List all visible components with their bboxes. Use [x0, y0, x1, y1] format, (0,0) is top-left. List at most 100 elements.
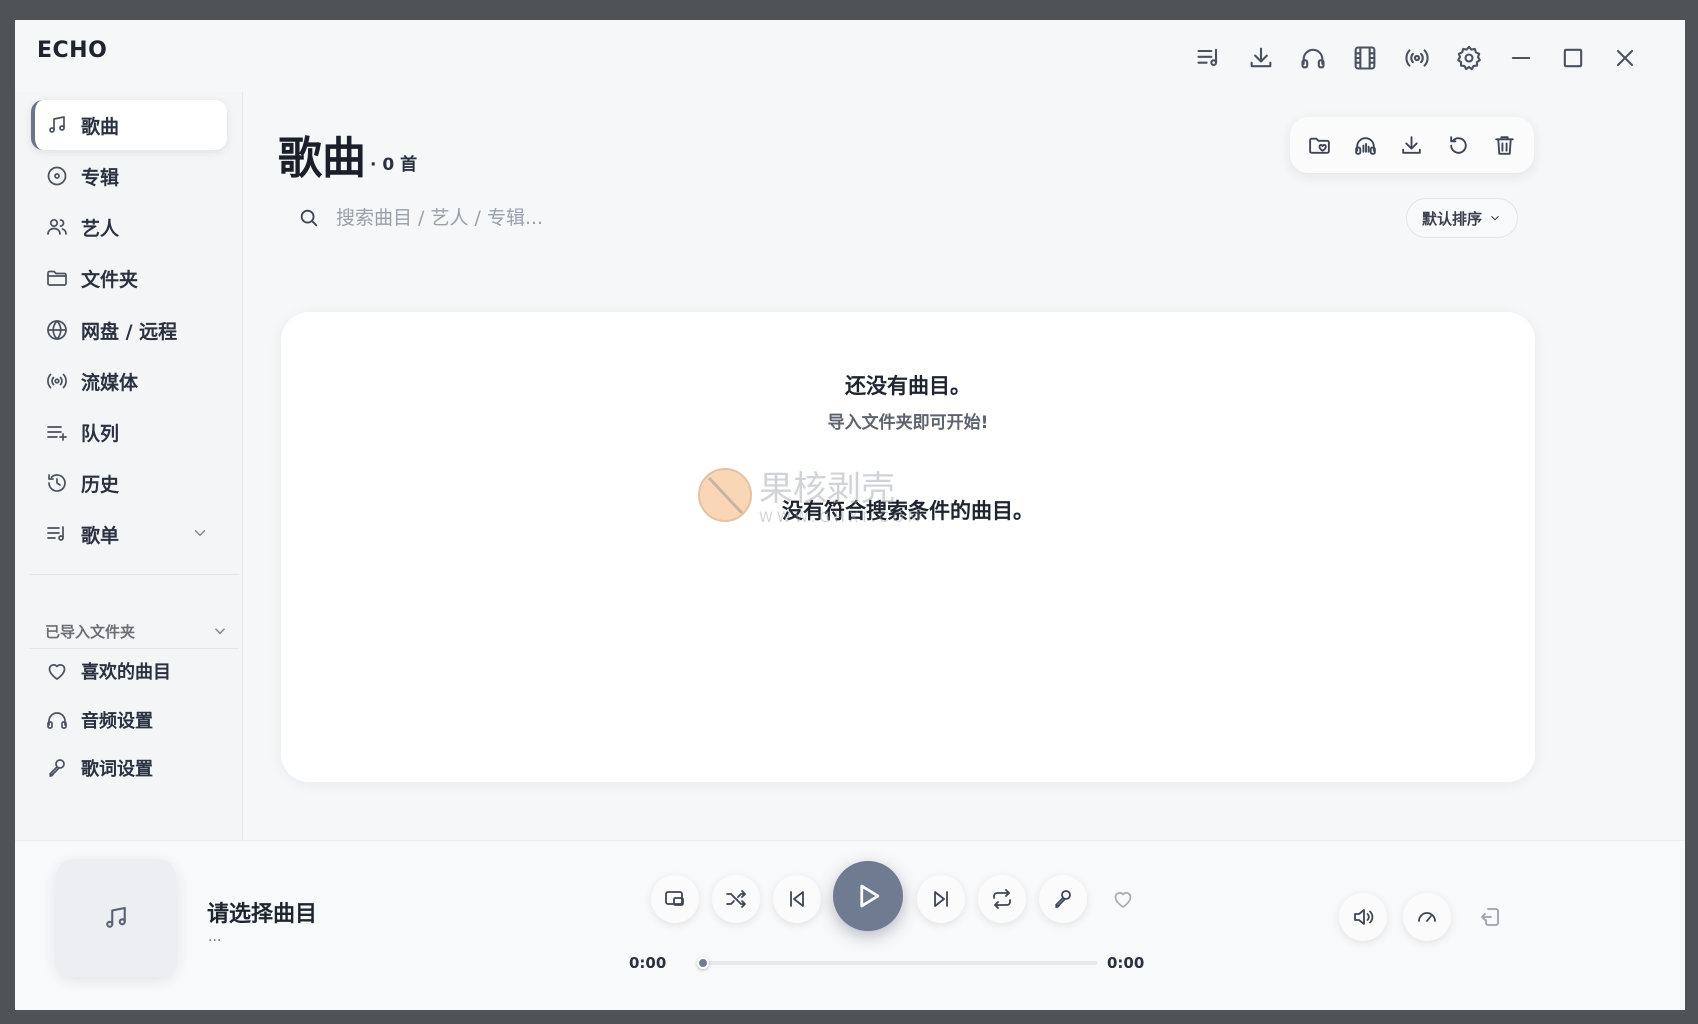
headphones-icon[interactable] — [1287, 32, 1339, 84]
sidebar: 歌曲 专辑 艺人 文件夹 网盘 / 远程 流媒体 队列 历史 歌单 已导入文件夹… — [15, 92, 243, 840]
repeat-icon — [993, 889, 1011, 909]
sidebar-item-audio-settings[interactable]: 音频设置 — [31, 697, 227, 743]
no-match-message: 没有符合搜索条件的曲目。 — [782, 499, 1034, 523]
titlebar-actions — [1183, 32, 1651, 84]
chevron-down-icon — [1491, 215, 1499, 221]
sidebar-item-label: 流媒体 — [81, 371, 139, 394]
lyrics-button[interactable] — [1039, 875, 1087, 923]
page-title: 歌曲 — [278, 133, 366, 184]
track-artist: ... — [208, 929, 222, 945]
globe-icon — [47, 320, 67, 340]
previous-button[interactable] — [773, 875, 821, 923]
volume-icon — [1354, 909, 1374, 925]
volume-button[interactable] — [1339, 893, 1387, 941]
expand-player-button[interactable] — [1467, 893, 1515, 941]
time-total: 0:00 — [1107, 954, 1145, 972]
play-icon — [860, 884, 880, 908]
folder-heart-icon[interactable] — [1299, 125, 1339, 165]
chevron-down-icon[interactable] — [191, 524, 209, 546]
export-icon — [1481, 908, 1499, 926]
sidebar-item-label: 文件夹 — [81, 268, 139, 291]
sidebar-item-lyrics-settings[interactable]: 歌词设置 — [31, 745, 227, 791]
chevron-down-icon — [211, 622, 229, 644]
song-count: · 0 首 — [370, 155, 418, 175]
heart-icon — [48, 664, 66, 680]
sidebar-item-history[interactable]: 历史 — [31, 458, 227, 508]
broadcast-icon[interactable] — [1391, 32, 1443, 84]
main-content: 歌曲 · 0 首 默认排序 — [244, 92, 1685, 840]
sidebar-item-favorites[interactable]: 喜欢的曲目 — [31, 648, 227, 694]
repeat-button[interactable] — [978, 875, 1026, 923]
sidebar-item-label: 音频设置 — [81, 711, 153, 732]
sidebar-item-label: 歌词设置 — [81, 759, 153, 780]
headphones-icon — [47, 712, 67, 729]
empty-title: 还没有曲目。 — [845, 374, 971, 398]
gauge-icon — [1418, 912, 1436, 922]
gear-icon[interactable] — [1443, 32, 1495, 84]
music-note-icon — [49, 116, 65, 133]
favorite-button[interactable] — [1099, 875, 1147, 923]
library-actions — [1290, 117, 1534, 173]
search-icon — [300, 209, 318, 227]
sidebar-item-label: 歌单 — [81, 524, 120, 547]
headphones-scan-icon[interactable] — [1346, 125, 1386, 165]
maximize-icon[interactable] — [1547, 32, 1599, 84]
sidebar-item-label: 历史 — [81, 473, 120, 496]
picture-in-picture-icon — [665, 891, 684, 906]
imported-folders-header[interactable]: 已导入文件夹 — [45, 616, 229, 646]
empty-subtitle: 导入文件夹即可开始! — [827, 413, 989, 433]
player-bar: 请选择曲目 ... 0:00 0:00 — [15, 840, 1685, 1010]
sort-label: 默认排序 — [1421, 209, 1482, 228]
shuffle-icon — [726, 890, 746, 908]
play-button[interactable] — [833, 861, 903, 931]
history-icon — [48, 474, 66, 492]
playlist-icon — [47, 526, 64, 541]
search-input[interactable] — [336, 207, 776, 229]
progress-bar[interactable] — [697, 957, 1097, 969]
minimize-icon[interactable] — [1495, 32, 1547, 84]
skip-forward-icon — [934, 891, 948, 907]
next-button[interactable] — [917, 875, 965, 923]
sidebar-item-folders[interactable]: 文件夹 — [31, 253, 227, 303]
app-window: ECHO 歌曲 专辑 艺人 文件夹 网盘 / 远程 流媒体 队列 历史 歌单 已… — [15, 20, 1685, 1010]
section-label: 已导入文件夹 — [45, 622, 136, 641]
sidebar-item-label: 网盘 / 远程 — [81, 320, 178, 343]
sidebar-item-label: 艺人 — [81, 217, 120, 240]
sidebar-item-label: 专辑 — [81, 166, 120, 189]
app-title: ECHO — [37, 38, 108, 63]
film-icon[interactable] — [1339, 32, 1391, 84]
album-cover[interactable] — [56, 859, 176, 977]
skip-back-icon — [790, 891, 804, 907]
playlist-icon[interactable] — [1183, 32, 1235, 84]
microphone-icon — [1055, 890, 1071, 908]
sidebar-item-streaming[interactable]: 流媒体 — [31, 356, 227, 406]
sidebar-item-label: 歌曲 — [81, 115, 120, 138]
title-bar: ECHO — [15, 20, 1685, 92]
time-current: 0:00 — [629, 954, 667, 972]
sidebar-item-queue[interactable]: 队列 — [31, 407, 227, 457]
sidebar-item-label: 喜欢的曲目 — [81, 662, 171, 683]
sort-dropdown[interactable]: 默认排序 — [1406, 198, 1518, 238]
users-icon — [47, 218, 67, 235]
playback-speed-button[interactable] — [1403, 893, 1451, 941]
sidebar-item-songs[interactable]: 歌曲 — [31, 100, 227, 150]
music-note-icon — [106, 906, 126, 928]
mini-player-button[interactable] — [651, 875, 699, 923]
refresh-icon[interactable] — [1438, 125, 1478, 165]
heart-icon — [1114, 892, 1132, 908]
disc-icon — [47, 166, 67, 186]
download-icon[interactable] — [1235, 32, 1287, 84]
trash-icon[interactable] — [1485, 125, 1525, 165]
sidebar-divider — [29, 574, 239, 575]
download-icon[interactable] — [1392, 125, 1432, 165]
sidebar-item-playlists[interactable]: 歌单 — [31, 509, 227, 559]
sidebar-item-albums[interactable]: 专辑 — [31, 151, 227, 201]
progress-knob[interactable] — [697, 957, 709, 969]
close-icon[interactable] — [1599, 32, 1651, 84]
microphone-icon — [49, 759, 65, 777]
sidebar-item-artists[interactable]: 艺人 — [31, 202, 227, 252]
shuffle-button[interactable] — [712, 875, 760, 923]
sidebar-item-remote[interactable]: 网盘 / 远程 — [31, 305, 227, 355]
empty-state-card: 还没有曲目。 导入文件夹即可开始! 没有符合搜索条件的曲目。 — [281, 312, 1535, 782]
sidebar-item-label: 队列 — [81, 422, 120, 445]
